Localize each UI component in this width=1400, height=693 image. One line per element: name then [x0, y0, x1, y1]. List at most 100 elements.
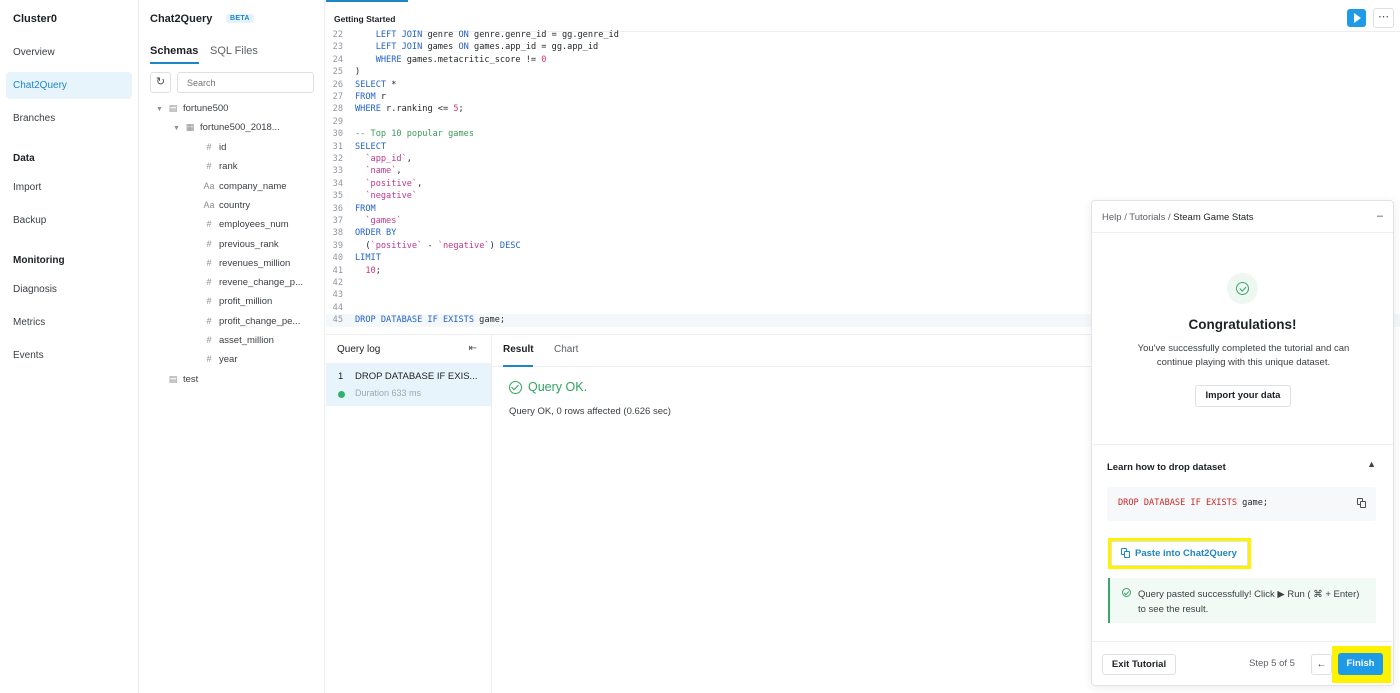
highlight-box: Paste into Chat2Query [1108, 538, 1251, 569]
code-line[interactable]: 25) [326, 66, 1400, 78]
line-number: 28 [332, 104, 343, 115]
tutorial-description: You've successfully completed the tutori… [1137, 343, 1350, 368]
code-line[interactable]: 23 LEFT JOIN games ON games.app_id = gg.… [326, 41, 1400, 53]
breadcrumb-separator: / [1124, 212, 1127, 223]
column-item[interactable]: # employees_num [202, 215, 288, 233]
exit-tutorial-button[interactable]: Exit Tutorial [1102, 654, 1176, 675]
chevron-down-icon: ▼ [173, 125, 180, 132]
column-item[interactable]: # revene_change_p... [202, 273, 303, 291]
left-nav: Cluster0 Overview Chat2Query Branches Da… [0, 0, 139, 693]
minimize-icon[interactable]: – [1377, 210, 1383, 222]
code-text: 10; [365, 265, 381, 276]
step-indicator: Step 5 of 5 [1249, 658, 1295, 669]
code-text: LEFT JOIN genre ON genre.genre_id = gg.g… [375, 30, 619, 40]
nav-item-backup[interactable]: Backup [6, 207, 132, 234]
schema-panel: Chat2Query BETA Schemas SQL Files ↻ ▼ ▤ fo… [140, 0, 325, 693]
nav-item-chat2query[interactable]: Chat2Query [6, 72, 132, 99]
paste-into-chat2query-button[interactable]: Paste into Chat2Query [1111, 541, 1248, 566]
more-icon[interactable]: ⋯ [1373, 8, 1394, 28]
divider [1092, 232, 1393, 233]
breadcrumb-help[interactable]: Help [1102, 212, 1122, 223]
column-item[interactable]: # id [202, 138, 226, 156]
table-icon: ▦ [185, 122, 195, 132]
code-line[interactable]: 29 [326, 116, 1400, 128]
code-line[interactable]: 32 `app_id`, [326, 153, 1400, 165]
line-number: 24 [332, 54, 343, 65]
tree-db-fortune500[interactable]: ▼ ▤ fortune500 [156, 99, 228, 117]
tutorial-title: Congratulations! [1188, 317, 1297, 332]
column-item[interactable]: Aa country [202, 196, 250, 214]
code-line[interactable]: 30 -- Top 10 popular games [326, 128, 1400, 140]
code-line[interactable]: 27 FROM r [326, 91, 1400, 103]
nav-item-overview[interactable]: Overview [6, 39, 132, 66]
refresh-icon[interactable]: ↻ [150, 72, 171, 93]
column-item[interactable]: # asset_million [202, 331, 273, 349]
column-name: id [219, 142, 227, 153]
line-number: 30 [332, 129, 343, 140]
column-item[interactable]: # previous_rank [202, 235, 278, 253]
editor-tab-bar: Getting Started ⋯ [326, 0, 1400, 32]
result-panel: Result Chart Query OK. Query OK, 0 rows … [492, 334, 1092, 693]
column-item[interactable]: # rank [202, 157, 237, 175]
number-type-icon: # [206, 238, 212, 249]
tab-chart[interactable]: Chart [554, 344, 578, 355]
line-number: 27 [332, 92, 343, 102]
nav-item-metrics[interactable]: Metrics [6, 309, 132, 336]
tab-sql-files[interactable]: SQL Files [210, 45, 258, 57]
beta-badge: BETA [226, 14, 254, 23]
code-line[interactable]: 33 `name`, [326, 165, 1400, 177]
tab-result[interactable]: Result [503, 344, 534, 355]
code-line[interactable]: 24 WHERE games.metacritic_score != 0 [326, 54, 1400, 66]
success-note-text: Query pasted successfully! Click ▶ Run (… [1138, 589, 1360, 615]
divider [1092, 641, 1393, 642]
nav-item-branches[interactable]: Branches [6, 105, 132, 132]
code-line[interactable]: 28 WHERE r.ranking <= 5; [326, 103, 1400, 115]
divider [1092, 444, 1393, 445]
breadcrumb-separator: / [1168, 212, 1171, 223]
nav-item-import[interactable]: Import [6, 174, 132, 201]
line-number: 36 [332, 203, 343, 214]
code-keyword: DROP DATABASE IF EXISTS [1118, 498, 1237, 508]
line-number: 38 [332, 228, 343, 239]
tab-getting-started[interactable]: Getting Started [326, 0, 408, 32]
column-item[interactable]: # year [202, 350, 237, 368]
chevron-up-icon[interactable]: ▲ [1367, 459, 1376, 469]
code-line[interactable]: 34 `positive`, [326, 178, 1400, 190]
finish-button[interactable]: Finish [1338, 653, 1383, 675]
paste-icon [1121, 548, 1131, 559]
import-data-button[interactable]: Import your data [1195, 385, 1291, 407]
code-line[interactable]: 26 SELECT * [326, 79, 1400, 91]
code-text: (`positive` - `negative`) DESC [355, 240, 521, 251]
number-type-icon: # [206, 354, 212, 365]
tab-schemas[interactable]: Schemas [150, 45, 198, 57]
number-type-icon: # [206, 277, 212, 288]
check-circle-icon [509, 381, 522, 394]
tree-db-test[interactable]: ▤ test [166, 370, 199, 388]
line-number: 26 [332, 79, 343, 90]
copy-icon[interactable] [1357, 498, 1367, 509]
query-log-entry[interactable]: 1 DROP DATABASE IF EXIS... Duration 633 … [326, 363, 491, 406]
code-line[interactable]: 31 SELECT [326, 141, 1400, 153]
success-note: Query pasted successfully! Click ▶ Run (… [1108, 578, 1376, 623]
line-number: 39 [332, 240, 343, 251]
column-item[interactable]: # revenues_million [202, 254, 290, 272]
nav-item-diagnosis[interactable]: Diagnosis [6, 276, 132, 303]
code-text: FROM [355, 203, 376, 214]
code-text: `negative` [365, 191, 418, 202]
column-item[interactable]: # profit_million [202, 292, 272, 310]
breadcrumb-tutorials[interactable]: Tutorials [1129, 212, 1165, 223]
search-input[interactable] [177, 72, 314, 93]
column-item[interactable]: # profit_change_pe... [202, 312, 300, 330]
tree-table-fortune500-2018[interactable]: ▼ ▦ fortune500_2018... [173, 118, 280, 136]
column-item[interactable]: Aa company_name [202, 177, 286, 195]
highlight-box: Finish [1332, 646, 1391, 683]
nav-item-events[interactable]: Events [6, 342, 132, 369]
section-title: Learn how to drop dataset [1107, 462, 1226, 473]
code-line[interactable]: 22 LEFT JOIN genre ON genre.genre_id = g… [326, 29, 1400, 41]
back-arrow-icon[interactable]: ← [1311, 654, 1332, 675]
code-snippet-text: DROP DATABASE IF EXISTS game; [1118, 498, 1268, 508]
collapse-icon[interactable]: ⇤ [469, 343, 477, 354]
line-number: 29 [332, 116, 343, 127]
code-text: `games` [365, 216, 402, 226]
run-button[interactable] [1347, 9, 1366, 27]
